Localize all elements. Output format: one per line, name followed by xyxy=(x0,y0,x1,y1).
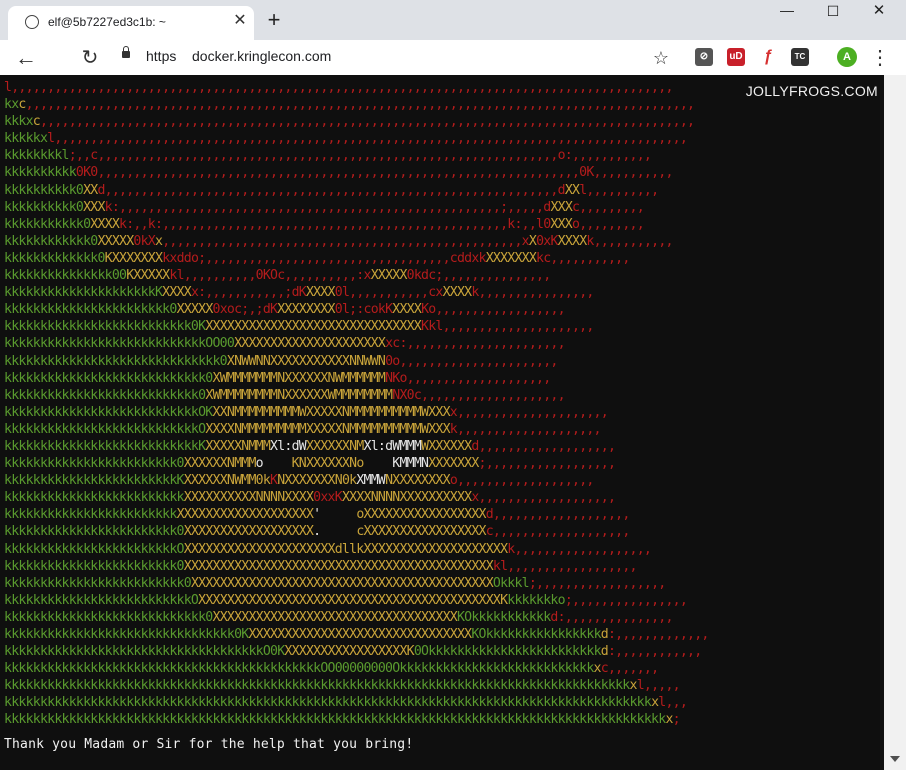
ascii-art-line: kkkkkkkkkkkkkkkkkkkkkkkkkkkkkkkkkkkkO0KX… xyxy=(4,644,702,660)
ascii-art-line: kkkkkkkkkkkkkkk00KXXXXXkl,,,,,,,,,,0KOc,… xyxy=(4,268,551,284)
minimize-button[interactable]: — xyxy=(764,0,810,26)
ascii-art-line: kkkkkkkkkkkkkkkkkkkkkkkk0XXXXXXNMMMo KNX… xyxy=(4,456,616,472)
maximize-button[interactable]: ☐ xyxy=(810,0,856,26)
tab-title: elf@5b7227ed3c1b: ~ xyxy=(48,15,166,29)
ascii-art-line: kkkkkkkkkkkkkkkkkkkkkkkkkkkOXXXXNMMMMMMM… xyxy=(4,421,601,437)
ascii-art-line: l,,,,,,,,,,,,,,,,,,,,,,,,,,,,,,,,,,,,,,,… xyxy=(4,80,673,95)
ascii-art-line: kkkkkkkkkkkkkkkkkkkkkkkkKXXXXXXNWMM0kKNX… xyxy=(4,473,594,489)
ascii-art-line: kkkkkkkkkkkkkkkkkkkkkkkkk0XXXXXXXXXXXXXX… xyxy=(4,575,666,591)
ascii-art-line: kkkkkxl,,,,,,,,,,,,,,,,,,,,,,,,,,,,,,,,,… xyxy=(4,131,688,147)
browser-toolbar: ← ↻ https docker.kringlecon.com ☆ ⊘ uD ƒ… xyxy=(0,40,906,75)
ascii-art-line: kkkkkkkkkkkkkkkkkkkkkkkkkkkkkkkk0KXXXXXX… xyxy=(4,627,709,642)
browser-tab[interactable]: elf@5b7227ed3c1b: ~ ✕ xyxy=(8,6,254,40)
ascii-art-line: kkkkkkkkkkk0XXXXk:,,k:,,,,,,,,,,,,,,,,,,… xyxy=(4,216,645,232)
terminal-viewport[interactable]: l,,,,,,,,,,,,,,,,,,,,,,,,,,,,,,,,,,,,,,,… xyxy=(0,75,884,770)
ascii-art-line: kkkkkkkkkkkkkkkkkkkkkkkkkkkkkkkkkkkkkkkk… xyxy=(4,712,681,728)
ascii-art-line: kkkkkkkkkkkkkkkkkkkkkkkkXXXXXXXXXXXXXXXX… xyxy=(4,507,630,523)
ascii-art-line: kkkkkkkkkkkkkkkkkkkkkkkkkkkkkkkkkkkkkkkk… xyxy=(4,678,681,694)
ascii-art-line: kkkkkkkkkkkkkkkkkkkkkkkkkkOXXXXXXXXXXXXX… xyxy=(4,592,688,608)
ascii-art-line: kkkkkkkkkkkkkkkkkkkkkkkkkkkk0XXXXXXXXXXX… xyxy=(4,609,673,625)
back-button[interactable]: ← xyxy=(12,44,40,72)
ascii-art-line: kkkkkkkkkkkkkkkkkkkkkkkk0XXXXXXXXXXXXXXX… xyxy=(4,524,630,540)
ascii-art-line: kkkxc,,,,,,,,,,,,,,,,,,,,,,,,,,,,,,,,,,,… xyxy=(4,114,695,130)
ascii-art-line: kxc,,,,,,,,,,,,,,,,,,,,,,,,,,,,,,,,,,,,,… xyxy=(4,97,695,113)
tc-extension-icon[interactable]: TC xyxy=(791,48,809,66)
ascii-art-line: kkkkkkkkkkkkkkkkkkkkkkkkkkkk0XWMMMMMMMNX… xyxy=(4,370,551,386)
ascii-art-line: kkkkkkkkkkkkkkkkkkkkkKXXXXx:,,,,,,,,,,,;… xyxy=(4,285,594,301)
new-tab-button[interactable]: + xyxy=(262,9,286,33)
url-host: docker.kringlecon.com xyxy=(192,48,332,64)
privacy-extension-icon[interactable]: ⊘ xyxy=(695,48,713,66)
browser-menu-icon[interactable]: ⋮ xyxy=(866,44,894,72)
bookmark-star-icon[interactable]: ☆ xyxy=(647,44,675,72)
ascii-art-line: kkkkkkkkkkkkkkkkkkkkkkkkOXXXXXXXXXXXXXXX… xyxy=(4,541,652,557)
tab-close-icon[interactable]: ✕ xyxy=(230,11,250,31)
ascii-art-line: kkkkkkkkkk0K0,,,,,,,,,,,,,,,,,,,,,,,,,,,… xyxy=(4,165,673,181)
ascii-art-line: kkkkkkkkkkkkkkkkkkkkkkkkkkkkkk0XNWWNNXXX… xyxy=(4,353,558,369)
ublock-icon[interactable]: uD xyxy=(727,48,745,66)
ascii-art-line: kkkkkkkkkkkkkkkkkkkkkkkk0XXXXXXXXXXXXXXX… xyxy=(4,558,637,574)
reload-button[interactable]: ↻ xyxy=(76,44,104,72)
address-bar[interactable]: https docker.kringlecon.com xyxy=(112,44,682,70)
tab-strip: elf@5b7227ed3c1b: ~ ✕ + — ☐ ✕ xyxy=(0,0,906,40)
ascii-art-line: kkkkkkkkl;,,c,,,,,,,,,,,,,,,,,,,,,,,,,,,… xyxy=(4,148,652,164)
ascii-art-line: kkkkkkkkkkkkk0KXXXXXXXkxddo;,,,,,,,,,,,,… xyxy=(4,250,630,266)
globe-icon xyxy=(25,15,39,29)
ascii-art-line: kkkkkkkkkkkkkkkkkkkkkkkkkkk0XWMMMMMMMMNX… xyxy=(4,387,566,403)
window-close-button[interactable]: ✕ xyxy=(856,0,902,26)
ascii-art-line: kkkkkkkkkkkk0XXXXX0kXx,,,,,,,,,,,,,,,,,,… xyxy=(4,233,673,249)
ascii-art-line: kkkkkkkkkkkkkkkkkkkkkkkkkkkkkkkkkkkkkkkk… xyxy=(4,661,659,677)
ascii-art-line: kkkkkkkkkkkkkkkkkkkkkkkkkXXXXXXXXXXNNNNX… xyxy=(4,490,616,506)
watermark: JOLLYFROGS.COM xyxy=(745,83,878,99)
scroll-down-arrow-icon[interactable] xyxy=(890,756,900,762)
flash-icon[interactable]: ƒ xyxy=(759,48,777,66)
ascii-art-line: kkkkkkkkkkkkkkkkkkkkkkk0XXXXX0xoc;,;dKXX… xyxy=(4,302,566,318)
ascii-art-line: kkkkkkkkkkkkkkkkkkkkkkkkkk0KXXXXXXXXXXXX… xyxy=(4,319,594,335)
ascii-art-line: kkkkkkkkkk0XXXk:,,,,,,,,,,,,,,,,,,,,,,,,… xyxy=(4,199,645,215)
ascii-art-line: kkkkkkkkkkkkkkkkkkkkkkkkkkkkkkkkkkkkkkkk… xyxy=(4,695,688,711)
lock-icon[interactable] xyxy=(122,46,130,58)
ascii-art-line: kkkkkkkkkkkkkkkkkkkkkkkkkkkKXXXXXNMMMXl:… xyxy=(4,438,616,454)
ascii-art-line: kkkkkkkkkk0XXd,,,,,,,,,,,,,,,,,,,,,,,,,,… xyxy=(4,182,659,198)
vertical-scrollbar[interactable] xyxy=(884,75,906,770)
url-scheme: https xyxy=(146,48,177,64)
profile-avatar[interactable]: A xyxy=(837,47,857,67)
ascii-art-line: kkkkkkkkkkkkkkkkkkkkkkkkkkkkOO00XXXXXXXX… xyxy=(4,336,566,352)
ascii-art-line: kkkkkkkkkkkkkkkkkkkkkkkkkkkOKXXNMMMMMMMM… xyxy=(4,404,609,420)
ascii-art: l,,,,,,,,,,,,,,,,,,,,,,,,,,,,,,,,,,,,,,,… xyxy=(4,79,709,729)
terminal-message: Thank you Madam or Sir for the help that… xyxy=(4,737,414,752)
